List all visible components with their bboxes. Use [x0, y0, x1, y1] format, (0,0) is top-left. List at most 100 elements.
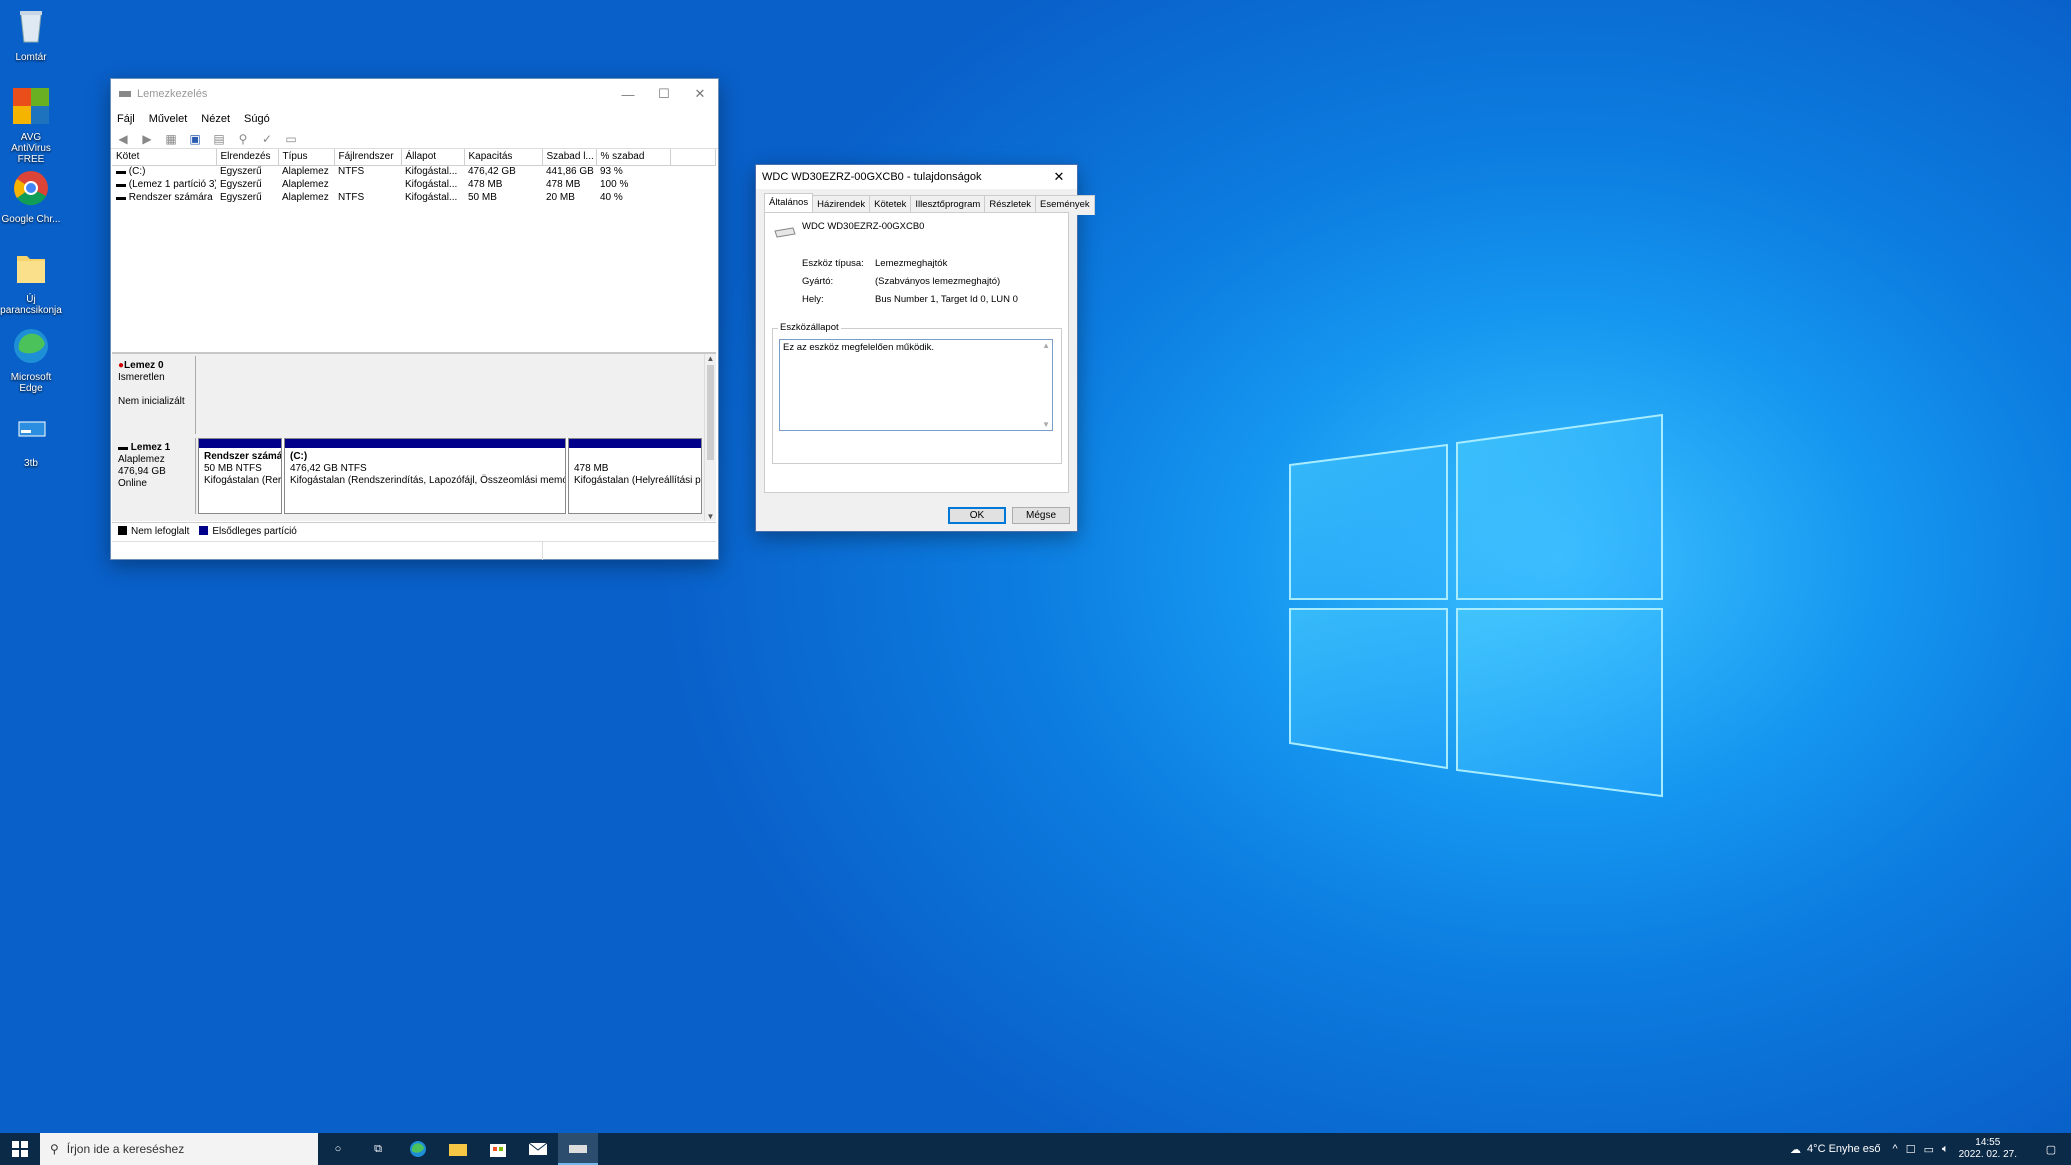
title-bar[interactable]: Lemezkezelés — ☐ ✕ [111, 79, 718, 109]
desktop-icon-avg[interactable]: AVG AntiVirus FREE [0, 86, 62, 165]
minimize-button[interactable]: — [610, 79, 646, 109]
desktop-icon-label: AVG AntiVirus FREE [11, 132, 51, 165]
dialog-title-bar[interactable]: WDC WD30EZRZ-00GXCB0 - tulajdonságok ✕ [756, 165, 1077, 189]
cancel-button[interactable]: Mégse [1012, 507, 1070, 524]
store-bag-icon [490, 1144, 506, 1157]
desktop-icon-edge[interactable]: Microsoft Edge [0, 326, 62, 394]
device-status-group-label: Eszközállapot [778, 322, 841, 333]
manufacturer-value: (Szabványos lemezmeghajtó) [875, 276, 1001, 287]
list-view-icon[interactable]: ▭ [283, 132, 299, 146]
taskbar-edge[interactable] [398, 1133, 438, 1165]
taskbar-file-explorer[interactable] [438, 1133, 478, 1165]
close-button[interactable]: ✕ [1041, 165, 1077, 189]
disk0-label[interactable]: ●Lemez 0 Ismeretlen Nem inicializált [112, 356, 196, 434]
properties-icon[interactable]: ▤ [211, 132, 227, 146]
desktop-icon-label: Új parancsikonja [0, 294, 62, 316]
partition-c[interactable]: (C:) 476,42 GB NTFS Kifogástalan (Rendsz… [284, 438, 566, 514]
table-row[interactable]: ▬ Rendszer számára ... Egyszerű Alapleme… [112, 191, 716, 204]
desktop-icon-drive-shortcut[interactable]: 3tb [0, 412, 62, 469]
volume-icon[interactable]: 🔈︎ [1942, 1143, 1949, 1156]
desktop-icon-recycle-bin[interactable]: Lomtár [0, 6, 62, 63]
table-cell: Alaplemez [282, 166, 329, 178]
menu-bar: Fájl Művelet Nézet Súgó [111, 109, 718, 129]
legend-item-primary-partition: Elsődleges partíció [199, 526, 297, 537]
check-icon[interactable]: ✓ [259, 132, 275, 146]
table-row[interactable]: ▬ (Lemez 1 partíció 3) Egyszerű Alapleme… [112, 178, 716, 191]
column-header[interactable]: Kötet [112, 149, 217, 166]
connect-drive-icon[interactable]: ⚲ [235, 132, 251, 146]
desktop-icon-folder-shortcut[interactable]: Új parancsikonja [0, 248, 62, 316]
taskbar-store[interactable] [478, 1133, 518, 1165]
notification-center-button[interactable]: ▢ [2031, 1133, 2071, 1165]
cortana-button[interactable]: ○ [318, 1133, 358, 1165]
partition-system-reserved[interactable]: Rendszer számá 50 MB NTFS Kifogástalan (… [198, 438, 282, 514]
disk-management-window[interactable]: Lemezkezelés — ☐ ✕ Fájl Művelet Nézet Sú… [110, 78, 719, 560]
console-tree-icon[interactable]: ▦ [163, 132, 179, 146]
partition-recovery[interactable]: 478 MB Kifogástalan (Helyreállítási pa [568, 438, 702, 514]
clock-time: 14:55 [1975, 1137, 2001, 1148]
help-icon[interactable]: ▣ [187, 132, 203, 146]
taskbar-disk-management[interactable] [558, 1133, 598, 1165]
start-button[interactable] [0, 1133, 40, 1165]
clock[interactable]: 14:55 2022. 02. 27. [1959, 1137, 2017, 1161]
column-header[interactable]: Elrendezés [216, 149, 279, 166]
hard-drive-icon [774, 227, 796, 238]
scroll-up-icon[interactable]: ▲ [1042, 341, 1050, 350]
taskbar-mail[interactable] [518, 1133, 558, 1165]
desktop-icon-chrome[interactable]: Google Chr... [0, 168, 62, 225]
device-status-text: Ez az eszköz megfelelően működik. [783, 342, 935, 353]
scrollbar-thumb[interactable] [707, 365, 714, 460]
weather-icon[interactable]: ☁ [1790, 1143, 1801, 1156]
avg-icon [13, 88, 49, 124]
table-row[interactable]: ▬ (C:) Egyszerű Alaplemez NTFS Kifogásta… [112, 165, 716, 178]
taskbar-search-box[interactable]: ⚲ Írjon ide a kereséshez [40, 1133, 318, 1165]
scroll-down-icon[interactable]: ▼ [1042, 420, 1050, 429]
disk0-row[interactable]: ●Lemez 0 Ismeretlen Nem inicializált [112, 356, 702, 434]
table-cell: 441,86 GB [546, 166, 594, 178]
menu-help[interactable]: Súgó [244, 113, 270, 125]
partition-status: Kifogástalan (Helyreállítási pa [574, 475, 702, 486]
properties-dialog[interactable]: WDC WD30EZRZ-00GXCB0 - tulajdonságok ✕ Á… [755, 164, 1095, 532]
column-header[interactable]: Fájlrendszer [334, 149, 402, 166]
column-header[interactable]: Szabad l... [542, 149, 597, 166]
ok-button[interactable]: OK [948, 507, 1006, 524]
dialog-title: WDC WD30EZRZ-00GXCB0 - tulajdonságok [762, 171, 982, 183]
maximize-button[interactable]: ☐ [646, 79, 682, 109]
onedrive-icon[interactable]: ☐ [1906, 1143, 1916, 1156]
desktop-icon-label: 3tb [24, 458, 38, 469]
network-icon[interactable]: ▭ [1924, 1143, 1934, 1156]
disk1-label[interactable]: ▬ Lemez 1 Alaplemez 476,94 GB Online [112, 438, 196, 514]
volume-list-table: Kötet Elrendezés Típus Fájlrendszer Álla… [112, 149, 716, 204]
partition-name [574, 451, 696, 463]
close-button[interactable]: ✕ [682, 79, 718, 109]
table-cell: Kifogástal... [405, 166, 458, 178]
table-cell: 93 % [600, 166, 623, 178]
weather-text[interactable]: 4°C Enyhe eső [1807, 1143, 1881, 1155]
task-view-button[interactable]: ⧉ [358, 1133, 398, 1165]
tab-general[interactable]: Általános [764, 193, 814, 213]
drive-shortcut-icon [18, 421, 46, 437]
windows-start-icon [12, 1141, 28, 1157]
forward-arrow-icon[interactable]: ▶ [139, 132, 155, 146]
column-header-empty [670, 149, 716, 166]
back-arrow-icon[interactable]: ◀ [115, 132, 131, 146]
volume-icon: ▬ [116, 179, 129, 190]
column-header[interactable]: Típus [278, 149, 335, 166]
table-cell: 40 % [600, 192, 623, 203]
partition-status: Kifogástalan (Rendszerindítás, Lapozófáj… [290, 475, 566, 486]
table-cell: Alaplemez [282, 192, 329, 203]
column-header[interactable]: Kapacitás [464, 149, 543, 166]
disk1-row[interactable]: ▬ Lemez 1 Alaplemez 476,94 GB Online Ren… [112, 438, 702, 516]
menu-action[interactable]: Művelet [149, 113, 188, 125]
column-header[interactable]: % szabad [596, 149, 671, 166]
table-cell: 478 MB [468, 179, 503, 190]
vertical-scrollbar[interactable]: ▲ ▼ [704, 354, 716, 521]
table-cell: NTFS [338, 192, 365, 203]
menu-file[interactable]: Fájl [117, 113, 135, 125]
disk0-type: Ismeretlen [118, 372, 165, 383]
menu-view[interactable]: Nézet [201, 113, 230, 125]
column-header[interactable]: Állapot [401, 149, 465, 166]
device-status-textbox[interactable]: Ez az eszköz megfelelően működik. ▲ ▼ [779, 339, 1053, 431]
show-hidden-icons-chevron-icon[interactable]: ^ [1893, 1143, 1898, 1155]
edge-icon [410, 1141, 426, 1157]
